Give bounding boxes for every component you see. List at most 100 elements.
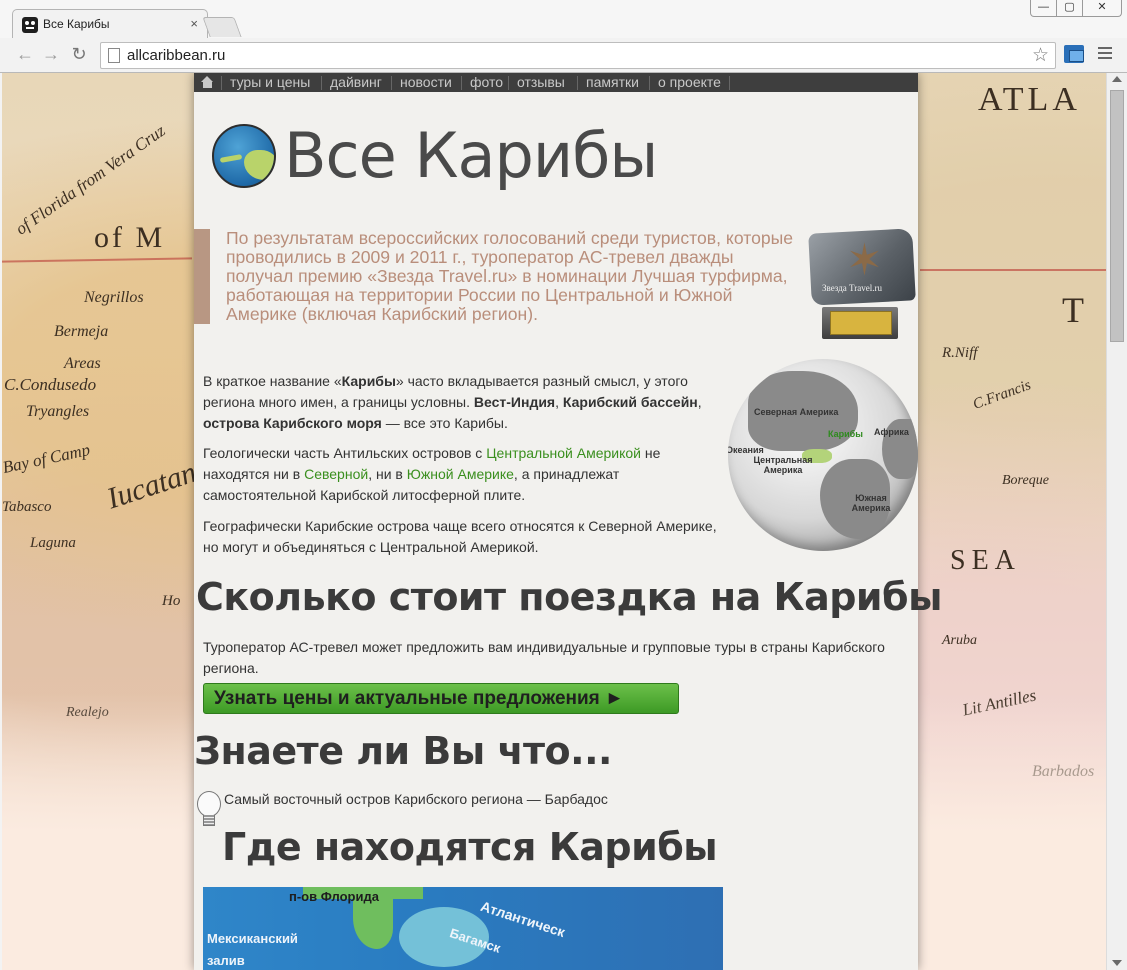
intro-paragraph-1: В краткое название «Карибы» часто вклады… (203, 371, 723, 434)
intro-text: , ни в (368, 466, 407, 482)
nav-item-diving[interactable]: дайвинг (330, 74, 382, 90)
map-label: Iucatan (102, 455, 201, 516)
address-bar[interactable]: allcaribbean.ru ☆ (100, 42, 1056, 69)
globe-label-north-america: Северная Америка (754, 407, 839, 417)
page-viewport: ATLA of Florida from Vera Cruz of M Negr… (2, 73, 1106, 970)
map-label: Bay of Camp (2, 439, 92, 478)
map-label: Barbados (1032, 763, 1095, 780)
nav-separator (321, 76, 322, 90)
globe-label-caribbean: Карибы (828, 429, 863, 439)
map-label: Laguna (30, 535, 76, 551)
logo-globe-icon[interactable] (212, 124, 276, 188)
nav-item-tours[interactable]: туры и цены (230, 74, 310, 90)
nav-separator (577, 76, 578, 90)
nav-separator (649, 76, 650, 90)
award-image-label: Звезда Travel.ru (822, 283, 882, 293)
map-label-mexican: Мексиканский (207, 931, 298, 946)
tab-title: Все Карибы (43, 17, 110, 31)
nav-item-news[interactable]: новости (400, 74, 452, 90)
nav-separator (508, 76, 509, 90)
scroll-thumb[interactable] (1110, 90, 1124, 342)
browser-tab[interactable]: Все Карибы × (12, 9, 208, 38)
map-land-florida (353, 897, 393, 949)
map-label: ATLA (978, 81, 1081, 118)
intro-text: , (697, 394, 702, 410)
intro-text: , (555, 394, 563, 410)
nav-separator (221, 76, 222, 90)
nav-item-reviews[interactable]: отзывы (517, 74, 565, 90)
intro-bold: Карибы (341, 373, 396, 389)
fact-item: Самый восточный остров Карибского регион… (224, 791, 608, 807)
globe-label-central-america: Центральная Америка (753, 455, 813, 475)
globe-label-africa: Африка (874, 427, 909, 437)
intro-text: Геологически часть Антильских островов с (203, 445, 487, 461)
north-america-link[interactable]: Северной (304, 466, 368, 482)
nav-item-memos[interactable]: памятки (586, 74, 639, 90)
browser-toolbar: ← → ↻ allcaribbean.ru ☆ (0, 38, 1127, 73)
scroll-down-icon[interactable] (1112, 960, 1122, 966)
globe-label-oceania: Океания (728, 445, 764, 455)
map-label: Lit Antilles (960, 685, 1038, 720)
page-icon (108, 48, 120, 63)
bookmark-star-icon[interactable]: ☆ (1032, 44, 1049, 67)
map-label: Areas (64, 355, 101, 372)
window-maximize-button[interactable]: ▢ (1056, 0, 1083, 17)
map-label: Negrillos (84, 289, 144, 306)
cost-heading: Сколько стоит поездка на Карибы (196, 575, 942, 619)
globe-label-south-america: Южная Америка (851, 493, 891, 513)
intro-bold: острова Карибского моря (203, 415, 382, 431)
tab-strip: Все Карибы × — ▢ ✕ (0, 0, 1127, 38)
browser-chrome: Все Карибы × — ▢ ✕ ← → ↻ allcaribbean.ru… (0, 0, 1127, 73)
map-label: C.Condusedo (4, 375, 97, 394)
window-close-button[interactable]: ✕ (1082, 0, 1122, 17)
map-label: of M (94, 221, 166, 254)
nav-separator (729, 76, 730, 90)
extension-icon[interactable] (1064, 45, 1084, 63)
intro-paragraph-2: Геологически часть Антильских островов с… (203, 443, 723, 506)
close-tab-icon[interactable]: × (190, 16, 198, 31)
new-tab-button[interactable] (202, 17, 242, 37)
url-text[interactable]: allcaribbean.ru (127, 47, 225, 64)
site-favicon-icon (22, 17, 38, 33)
map-label-gulf: залив (207, 953, 245, 968)
prices-offers-button[interactable]: Узнать цены и актуальные предложения ► (203, 683, 679, 714)
map-red-line-left (2, 257, 193, 263)
reload-icon[interactable]: ↻ (68, 44, 90, 65)
site-nav: туры и цены дайвинг новости фото отзывы … (194, 73, 918, 92)
site-title[interactable]: Все Карибы (284, 119, 658, 192)
map-label: Tryangles (26, 403, 90, 420)
home-icon[interactable] (201, 76, 214, 89)
scroll-up-icon[interactable] (1112, 76, 1122, 82)
map-label: Ho (162, 593, 181, 609)
nav-item-photo[interactable]: фото (470, 74, 503, 90)
map-label: Aruba (942, 633, 977, 648)
site-content: туры и цены дайвинг новости фото отзывы … (194, 73, 942, 970)
starfish-icon: ✶ (846, 236, 883, 285)
globe-image: Северная Америка Карибы Африка Океания Ц… (728, 359, 918, 551)
south-america-link[interactable]: Южной Америке (407, 466, 514, 482)
cost-text: Туроператор АС-тревел может предложить в… (203, 639, 885, 676)
facts-heading: Знаете ли Вы что... (194, 729, 612, 773)
intro-text: — все это Карибы. (381, 415, 508, 431)
map-red-line-right (920, 269, 1106, 271)
caribbean-map-image: п-ов Флорида Мексиканский залив Атлантич… (203, 887, 723, 970)
nav-separator (391, 76, 392, 90)
intro-bold: Вест-Индия (473, 394, 556, 410)
forward-arrow-icon[interactable]: → (40, 44, 62, 65)
lightbulb-icon (196, 791, 221, 827)
award-text: По результатам всероссийских голосований… (226, 228, 794, 324)
intro-text: В краткое название « (203, 373, 342, 389)
award-accent-bar (194, 229, 210, 324)
page-scrollbar[interactable] (1106, 73, 1127, 970)
window-minimize-button[interactable]: — (1030, 0, 1057, 17)
browser-menu-icon[interactable] (1098, 47, 1112, 49)
central-america-link[interactable]: Центральной Америкой (486, 445, 641, 461)
back-arrow-icon[interactable]: ← (14, 44, 36, 65)
map-label: C.Francis (970, 377, 1034, 413)
intro-paragraph-3: Географически Карибские острова чаще все… (203, 518, 717, 555)
map-label: SEA (950, 545, 1021, 576)
award-plate (830, 311, 892, 335)
map-label: Realejo (66, 705, 109, 720)
nav-item-about[interactable]: о проекте (658, 74, 721, 90)
award-trophy-image: ✶ Звезда Travel.ru (808, 227, 918, 343)
